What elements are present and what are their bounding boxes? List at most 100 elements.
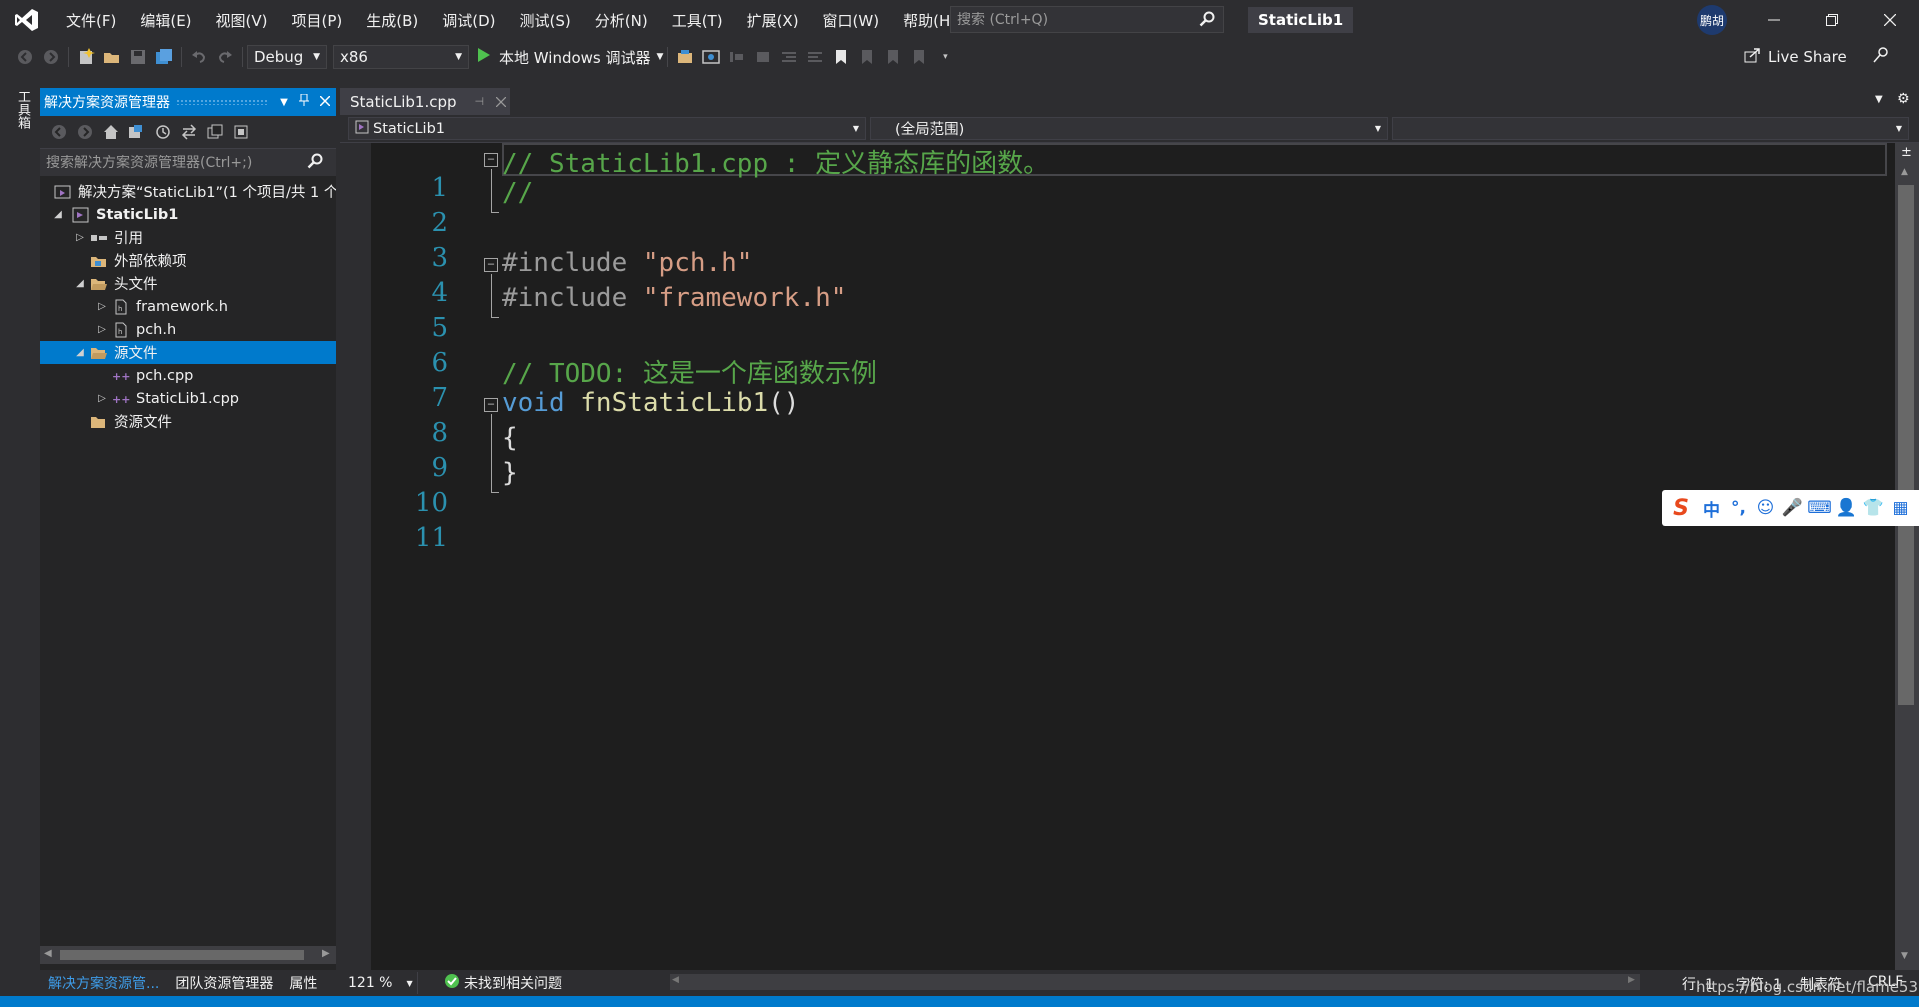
- tree-item-external-deps[interactable]: 外部依赖项: [40, 249, 336, 272]
- tab-list-dropdown-icon[interactable]: ▼: [1875, 94, 1883, 105]
- fold-toggle-icon[interactable]: −: [484, 153, 498, 167]
- menu-view[interactable]: 视图(V): [204, 0, 280, 40]
- new-project-icon[interactable]: [73, 43, 99, 71]
- split-editor-icon[interactable]: ±: [1901, 145, 1912, 160]
- align-center-icon[interactable]: [750, 43, 776, 71]
- scrollbar-thumb[interactable]: [1898, 185, 1914, 705]
- scrollbar-thumb[interactable]: [60, 950, 304, 960]
- drag-grip[interactable]: [176, 99, 268, 105]
- tree-item-pch-cpp[interactable]: ++ pch.cpp: [40, 364, 336, 387]
- save-all-icon[interactable]: [151, 43, 177, 71]
- menu-edit[interactable]: 编辑(E): [128, 0, 203, 40]
- forward-icon[interactable]: [72, 118, 98, 146]
- forward-icon[interactable]: [38, 43, 64, 71]
- close-tab-icon[interactable]: [495, 93, 507, 111]
- sync-icon[interactable]: [176, 118, 202, 146]
- ime-chinese-mode[interactable]: 中: [1698, 493, 1725, 523]
- issues-indicator[interactable]: 未找到相关问题: [444, 973, 562, 993]
- tree-item-references[interactable]: ▷ 引用: [40, 226, 336, 249]
- tree-item-framework-h[interactable]: ▷ h framework.h: [40, 295, 336, 318]
- attach-process-icon[interactable]: [672, 43, 698, 71]
- member-dropdown[interactable]: ▼: [1392, 117, 1909, 140]
- collapsed-arrow-icon[interactable]: ▷: [72, 230, 88, 246]
- show-all-files-icon[interactable]: [228, 118, 254, 146]
- open-file-icon[interactable]: [99, 43, 125, 71]
- keyboard-icon[interactable]: ⌨: [1806, 493, 1833, 523]
- fold-toggle-icon[interactable]: −: [484, 258, 498, 272]
- menu-test[interactable]: 测试(S): [508, 0, 583, 40]
- fold-toggle-icon[interactable]: −: [484, 398, 498, 412]
- ime-punctuation[interactable]: °,: [1725, 493, 1752, 523]
- feedback-icon[interactable]: [1872, 46, 1890, 68]
- scroll-left-icon[interactable]: ◀: [44, 948, 52, 959]
- search-icon[interactable]: [1199, 11, 1215, 31]
- toolbar-overflow-icon[interactable]: ▾: [932, 43, 958, 71]
- align-left-icon[interactable]: [724, 43, 750, 71]
- collapsed-arrow-icon[interactable]: ▷: [94, 322, 110, 338]
- scroll-right-icon[interactable]: ▶: [322, 948, 330, 959]
- menu-analyze[interactable]: 分析(N): [583, 0, 660, 40]
- tab-properties[interactable]: 属性: [281, 970, 325, 996]
- expanded-arrow-icon[interactable]: ◢: [50, 207, 66, 223]
- collapsed-arrow-icon[interactable]: ▷: [94, 299, 110, 315]
- menu-window[interactable]: 窗口(W): [811, 0, 892, 40]
- expanded-arrow-icon[interactable]: ◢: [72, 345, 88, 361]
- skin-icon[interactable]: 👕: [1860, 493, 1887, 523]
- solution-search-input[interactable]: [46, 154, 301, 171]
- panel-menu-icon[interactable]: ▼: [274, 97, 294, 108]
- tree-item-staticlib1-cpp[interactable]: ▷ ++ StaticLib1.cpp: [40, 387, 336, 410]
- menu-build[interactable]: 生成(B): [354, 0, 430, 40]
- prev-bookmark-icon[interactable]: [854, 43, 880, 71]
- code-editor[interactable]: 1 − // StaticLib1.cpp : 定义静态库的函数。 2 // 3…: [340, 143, 1895, 973]
- microphone-icon[interactable]: 🎤: [1779, 493, 1806, 523]
- bookmark-icon[interactable]: [828, 43, 854, 71]
- minimize-button[interactable]: [1746, 0, 1802, 40]
- tab-solution-explorer[interactable]: 解决方案资源管...: [40, 970, 167, 996]
- menu-debug[interactable]: 调试(D): [430, 0, 507, 40]
- menu-project[interactable]: 项目(P): [280, 0, 355, 40]
- scroll-right-icon[interactable]: ▶: [1628, 975, 1635, 985]
- undo-icon[interactable]: [186, 43, 212, 71]
- tree-item-resource-files[interactable]: 资源文件: [40, 410, 336, 433]
- switch-views-icon[interactable]: [124, 118, 150, 146]
- menu-file[interactable]: 文件(F): [54, 0, 128, 40]
- clear-bookmarks-icon[interactable]: [906, 43, 932, 71]
- screenshot-icon[interactable]: [698, 43, 724, 71]
- expanded-arrow-icon[interactable]: ◢: [72, 276, 88, 292]
- start-debugging-button[interactable]: 本地 Windows 调试器 ▼: [477, 43, 663, 71]
- toolbox-tab[interactable]: 工具箱: [12, 90, 32, 129]
- restore-button[interactable]: [1804, 0, 1860, 40]
- scroll-left-icon[interactable]: ◀: [672, 975, 679, 985]
- quick-launch-search[interactable]: [950, 6, 1224, 33]
- save-icon[interactable]: [125, 43, 151, 71]
- next-bookmark-icon[interactable]: [880, 43, 906, 71]
- scope-dropdown[interactable]: (全局范围) ▼: [870, 117, 1388, 140]
- editor-horizontal-scrollbar[interactable]: ◀ ▶: [670, 974, 1640, 990]
- menu-tools[interactable]: 工具(T): [660, 0, 735, 40]
- scroll-up-icon[interactable]: ▲: [1901, 167, 1908, 177]
- collapsed-arrow-icon[interactable]: ▷: [94, 391, 110, 407]
- user-avatar[interactable]: 鹏胡: [1697, 5, 1727, 35]
- tree-item-source-files[interactable]: ◢ 源文件: [40, 341, 336, 364]
- tree-item-solution[interactable]: 解决方案“StaticLib1”(1 个项目/共 1 个: [40, 180, 336, 203]
- gear-icon[interactable]: ⚙: [1897, 91, 1910, 107]
- search-input[interactable]: [957, 11, 1197, 28]
- tab-team-explorer[interactable]: 团队资源管理器: [167, 970, 281, 996]
- zoom-dropdown[interactable]: 121 % ▼: [340, 972, 418, 994]
- solution-search-box[interactable]: [40, 148, 336, 176]
- ime-emoji-icon[interactable]: ☺: [1752, 493, 1779, 523]
- horizontal-scrollbar[interactable]: ◀ ▶: [40, 946, 336, 964]
- pin-icon[interactable]: [294, 93, 314, 110]
- history-icon[interactable]: [150, 118, 176, 146]
- redo-icon[interactable]: [212, 43, 238, 71]
- tree-item-project[interactable]: ◢ StaticLib1: [40, 203, 336, 226]
- scroll-down-icon[interactable]: ▼: [1901, 951, 1908, 961]
- toolbox-grid-icon[interactable]: ▦: [1887, 493, 1914, 523]
- search-icon[interactable]: [307, 153, 323, 173]
- tree-item-header-files[interactable]: ◢ 头文件: [40, 272, 336, 295]
- indent-icon[interactable]: [776, 43, 802, 71]
- collapse-all-icon[interactable]: [202, 118, 228, 146]
- back-icon[interactable]: [46, 118, 72, 146]
- user-icon[interactable]: 👤: [1833, 493, 1860, 523]
- outdent-icon[interactable]: [802, 43, 828, 71]
